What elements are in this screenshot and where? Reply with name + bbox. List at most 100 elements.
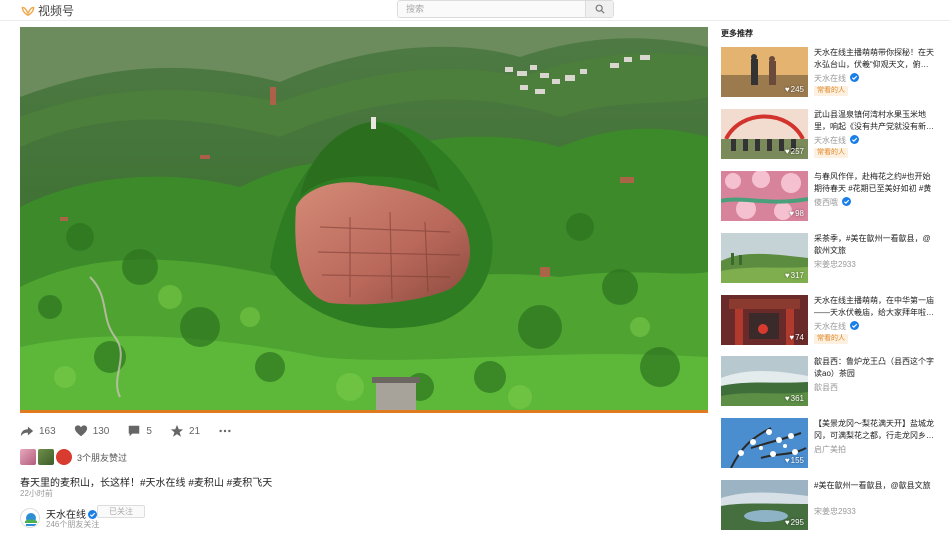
recommendation-likes-count: 98 xyxy=(795,209,804,218)
recommendation-author-name: 启广美拍 xyxy=(814,445,846,454)
recommendation-author: 天水在线 xyxy=(814,321,860,332)
recommendation-thumbnail: ♥ 317 xyxy=(721,233,808,283)
recommendation-item[interactable]: ♥ 317 采茶季，#美在歙州一看歙县，@歙州文旅 宋姜忠2933 xyxy=(721,233,937,283)
recommendation-title: 武山县温泉镇何湾村水果玉米地里，响起《没有共产党就没有新… xyxy=(814,110,934,131)
recommendation-author-name: 天水在线 xyxy=(814,136,846,145)
share-icon xyxy=(20,426,34,437)
recommendation-tag: 常看的人 xyxy=(814,334,848,344)
recommendation-author: 宋姜忠2933 xyxy=(814,259,856,270)
recommendation-item[interactable]: ♥ 74 天水在线主播萌萌，在中华第一庙——天水伏羲庙，给大家拜年啦… 天水在线 … xyxy=(721,295,937,345)
recommendation-item[interactable]: ♥98 与春风作伴，赴梅花之约#也开始期待春天 #花期已至美好如初 #黄梅… 傻… xyxy=(721,171,937,221)
recommendation-likes: ♥ 74 xyxy=(789,333,804,342)
recommendation-likes: ♥ 295 xyxy=(784,518,804,527)
video-frame-maijishan xyxy=(20,27,708,413)
friend-avatar xyxy=(20,449,36,465)
recommendation-author: 歙县西 xyxy=(814,382,838,393)
recommendation-thumbnail: ♥ 155 xyxy=(721,418,808,468)
recommendation-item[interactable]: ♥ 257 武山县温泉镇何湾村水果玉米地里，响起《没有共产党就没有新… 天水在线 … xyxy=(721,109,937,159)
recommendation-author-name: 宋姜忠2933 xyxy=(814,260,856,269)
search-icon xyxy=(595,4,605,14)
comment-button[interactable]: 5 xyxy=(127,424,152,438)
verified-icon xyxy=(88,510,97,519)
verified-icon xyxy=(850,73,860,82)
verified-icon xyxy=(850,135,860,144)
share-button[interactable]: 163 xyxy=(20,424,56,438)
recommendation-likes: ♥ 245 xyxy=(784,85,804,94)
author-followers-text: 246个朋友关注 xyxy=(46,520,100,529)
recommendation-author: 天水在线 xyxy=(814,73,860,84)
heart-icon xyxy=(74,425,87,437)
recommendation-tag: 常看的人 xyxy=(814,86,848,96)
recommendation-likes-count: 295 xyxy=(790,518,804,527)
comment-icon xyxy=(129,425,140,437)
recommendation-item[interactable]: ♥ 155 【美景龙冈～梨花满天开】盐城龙冈，可满梨花之都，行走龙冈乡… 启广美拍 xyxy=(721,418,937,468)
recommendation-item[interactable]: ♥ 295 #美在歙州一看歙县，@歙县文旅 宋姜忠2933 xyxy=(721,480,937,530)
recommendation-author: 宋姜忠2933 xyxy=(814,506,856,517)
verified-icon xyxy=(842,197,852,206)
post-time: 22小时前 xyxy=(20,489,53,498)
friend-avatar xyxy=(38,449,54,465)
recommendation-title: 天水在线主播萌萌带你探秘！在天水弘台山，伏羲“仰观天文，俯… xyxy=(814,48,934,69)
recommendation-thumbnail: ♥ 74 xyxy=(721,295,808,345)
more-dots-icon xyxy=(219,429,231,433)
recommendation-author: 启广美拍 xyxy=(814,444,846,455)
search-box xyxy=(397,0,614,18)
search-button[interactable] xyxy=(585,1,613,17)
share-count: 163 xyxy=(39,425,56,437)
recommendation-likes-count: 257 xyxy=(790,147,804,156)
like-button[interactable]: 130 xyxy=(74,424,110,438)
friends-liked-text: 3个朋友赞过 xyxy=(77,452,128,463)
friends-liked[interactable]: 3个朋友赞过 xyxy=(20,449,127,465)
recommendation-title: 采茶季，#美在歙州一看歙县，@歙州文旅 xyxy=(814,234,931,255)
recommendation-title: 歙县西：鲁炉龙王凸（县西这个字读ao）茶园 xyxy=(814,357,934,378)
recommendation-author: 傻西哦 xyxy=(814,197,852,208)
recommendation-likes: ♥ 98 xyxy=(789,209,804,218)
recommendation-likes: ♥ 155 xyxy=(784,456,804,465)
recommendation-likes: ♥ 257 xyxy=(784,147,804,156)
recommendation-title: 【美景龙冈～梨花满天开】盐城龙冈，可满梨花之都，行走龙冈乡… xyxy=(814,419,934,440)
recommendation-author: 天水在线 xyxy=(814,135,860,146)
video-player[interactable] xyxy=(20,27,708,413)
logo-text: 视频号 xyxy=(38,4,75,18)
recommendation-likes-count: 317 xyxy=(790,271,804,280)
search-input[interactable] xyxy=(398,1,586,17)
recommendation-thumbnail: ♥ 245 xyxy=(721,47,808,97)
recommendation-thumbnail: ♥ 257 xyxy=(721,109,808,159)
logo[interactable]: 视频号 xyxy=(21,2,74,19)
recommendation-author-name: 傻西哦 xyxy=(814,198,838,207)
recommendation-item[interactable]: ♥ 361 歙县西：鲁炉龙王凸（县西这个字读ao）茶园 歙县西 xyxy=(721,356,937,406)
recommendation-tag: 常看的人 xyxy=(814,148,848,158)
recommendation-author-name: 天水在线 xyxy=(814,74,846,83)
recommendation-author-name: 宋姜忠2933 xyxy=(814,507,856,516)
more-recommendations-title: 更多推荐 xyxy=(721,29,753,38)
channels-logo-icon xyxy=(21,6,35,16)
post-caption: 春天里的麦积山，长这样！#天水在线 #麦积山 #麦积飞天 xyxy=(20,478,273,489)
action-bar: 163 130 5 21 xyxy=(20,422,250,440)
friend-avatar xyxy=(56,449,72,465)
recommendation-thumbnail: ♥ 361 xyxy=(721,356,808,406)
author-logo-icon xyxy=(25,513,37,526)
recommendation-thumbnail: ♥ 98 xyxy=(721,171,808,221)
recommendation-likes-count: 74 xyxy=(795,333,804,342)
follow-button[interactable]: 已关注 xyxy=(97,505,145,518)
like-count: 130 xyxy=(92,425,110,437)
recommendation-likes: ♥ 317 xyxy=(784,271,804,280)
comment-count: 5 xyxy=(146,425,152,437)
recommendation-title: 天水在线主播萌萌，在中华第一庙——天水伏羲庙，给大家拜年啦… xyxy=(814,296,934,317)
favorite-count: 21 xyxy=(188,425,201,437)
recommendation-likes-count: 361 xyxy=(790,394,804,403)
recommendation-item[interactable]: ♥ 245 天水在线主播萌萌带你探秘！在天水弘台山，伏羲“仰观天文，俯… 天水在线… xyxy=(721,47,937,97)
video-progress-bar[interactable] xyxy=(20,410,708,413)
favorite-button[interactable]: 21 xyxy=(170,424,200,438)
recommendation-author-name: 歙县西 xyxy=(814,383,838,392)
recommendation-title: #美在歙州一看歙县，@歙县文旅 xyxy=(814,481,931,490)
recommendation-likes-count: 245 xyxy=(790,85,804,94)
recommendation-likes: ♥ 361 xyxy=(784,394,804,403)
author-avatar[interactable] xyxy=(20,508,40,528)
more-options-button[interactable] xyxy=(218,424,232,438)
recommendation-likes-count: 155 xyxy=(790,456,804,465)
top-bar: 视频号 xyxy=(0,0,950,21)
recommendation-title: 与春风作伴，赴梅花之约#也开始期待春天 #花期已至美好如初 #黄梅… xyxy=(814,172,932,193)
star-icon xyxy=(170,424,184,437)
verified-icon xyxy=(850,321,860,330)
